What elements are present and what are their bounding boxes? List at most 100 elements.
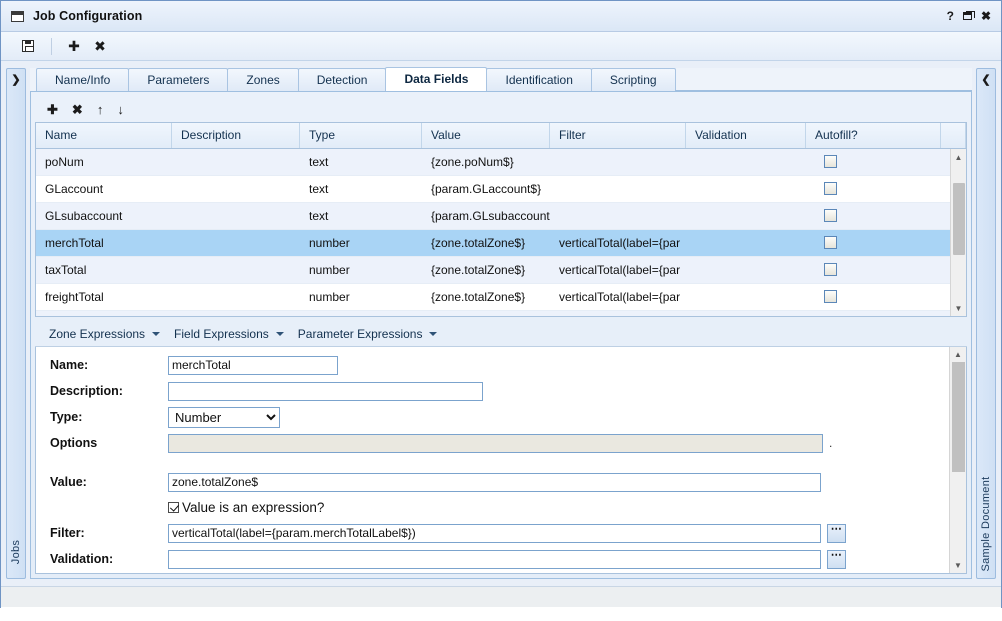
field-expressions-label: Field Expressions — [174, 327, 269, 341]
cell-name: freightTotal — [36, 284, 172, 310]
zone-expressions-menu[interactable]: Zone Expressions — [45, 324, 170, 344]
remove-field-button[interactable]: ✖ — [72, 98, 83, 120]
tab-scripting[interactable]: Scripting — [591, 68, 676, 91]
right-rail-label: Sample Document — [980, 477, 992, 572]
cell-name: discountTotal — [36, 311, 172, 317]
cell-filter: verticalTotal_combo(lab — [550, 311, 686, 317]
column-header-value[interactable]: Value — [422, 123, 550, 148]
description-input[interactable] — [168, 382, 483, 401]
autofill-checkbox[interactable] — [824, 290, 837, 303]
table-row[interactable]: GLsubaccount text {param.GLsubaccount$ — [36, 203, 950, 230]
help-icon[interactable]: ? — [947, 10, 954, 22]
tab-identification[interactable]: Identification — [486, 68, 591, 91]
cell-description — [172, 230, 300, 256]
tab-parameters[interactable]: Parameters — [128, 68, 228, 91]
cell-description — [172, 311, 300, 317]
main-toolbar: ✚ ✖ — [1, 32, 1001, 61]
table-row[interactable]: taxTotal number {zone.totalZone$} vertic… — [36, 257, 950, 284]
cell-spacer — [941, 311, 950, 317]
autofill-checkbox[interactable] — [824, 182, 837, 195]
autofill-checkbox[interactable] — [824, 209, 837, 222]
grid-scroll-track[interactable] — [951, 165, 966, 300]
type-select[interactable]: Number — [168, 407, 280, 428]
cell-spacer — [941, 176, 950, 202]
tab-name-info[interactable]: Name/Info — [36, 68, 129, 91]
save-button[interactable] — [15, 35, 41, 57]
add-button[interactable]: ✚ — [61, 35, 87, 57]
delete-button[interactable]: ✖ — [87, 35, 113, 57]
field-expressions-menu[interactable]: Field Expressions — [170, 324, 294, 344]
table-row[interactable]: discountTotal number {zone.totalZone$} v… — [36, 311, 950, 317]
table-row-selected[interactable]: merchTotal number {zone.totalZone$} vert… — [36, 230, 950, 257]
window-controls: ? ✖ — [947, 10, 993, 22]
column-header-description[interactable]: Description — [172, 123, 300, 148]
name-input[interactable] — [168, 356, 338, 375]
cell-filter: verticalTotal(label={par — [550, 257, 686, 283]
value-is-expression-label: Value is an expression? — [182, 500, 324, 515]
filter-ellipsis-button[interactable]: ⋯ — [827, 524, 846, 543]
value-is-expression-checkbox[interactable] — [168, 502, 179, 513]
filter-input[interactable] — [168, 524, 821, 543]
cell-type: text — [300, 176, 422, 202]
cell-spacer — [941, 257, 950, 283]
close-icon[interactable]: ✖ — [981, 10, 991, 22]
window-body: ❯ Jobs Name/Info Parameters Zones Detect… — [1, 61, 1001, 586]
left-rail-label: Jobs — [10, 540, 22, 564]
cell-value: {zone.totalZone$} — [422, 311, 550, 317]
validation-ellipsis-button[interactable]: ⋯ — [827, 550, 846, 569]
cell-type: number — [300, 311, 422, 317]
autofill-checkbox[interactable] — [824, 155, 837, 168]
grid-rows: poNum text {zone.poNum$} GLaccount — [36, 149, 950, 316]
table-row[interactable]: GLaccount text {param.GLaccount$} — [36, 176, 950, 203]
window-titlebar: Job Configuration ? ✖ — [1, 1, 1001, 32]
detail-vertical-scrollbar[interactable]: ▲ ▼ — [949, 347, 966, 573]
table-row[interactable]: poNum text {zone.poNum$} — [36, 149, 950, 176]
column-header-autofill[interactable]: Autofill? — [806, 123, 941, 148]
detail-scroll-up-icon[interactable]: ▲ — [950, 347, 967, 362]
job-configuration-window: Job Configuration ? ✖ ✚ ✖ ❯ Jobs Name/In… — [0, 0, 1002, 608]
tab-detection[interactable]: Detection — [298, 68, 387, 91]
column-header-type[interactable]: Type — [300, 123, 422, 148]
expand-right-icon[interactable]: ❯ — [11, 75, 20, 86]
form-row-type: Type: Number — [50, 407, 949, 427]
grid-vertical-scrollbar[interactable]: ▲ ▼ — [950, 149, 966, 316]
cell-validation — [686, 284, 806, 310]
scroll-down-icon[interactable]: ▼ — [951, 300, 967, 316]
move-down-button[interactable]: ↓ — [117, 98, 124, 120]
cell-value: {param.GLaccount$} — [422, 176, 550, 202]
detail-scroll-thumb[interactable] — [952, 362, 965, 472]
cell-spacer — [941, 284, 950, 310]
column-header-validation[interactable]: Validation — [686, 123, 806, 148]
zone-expressions-label: Zone Expressions — [49, 327, 145, 341]
form-row-name: Name: — [50, 355, 949, 375]
expand-left-icon[interactable]: ❮ — [981, 75, 990, 86]
restore-icon[interactable] — [963, 12, 972, 20]
grid-scroll-thumb[interactable] — [953, 183, 965, 255]
cell-description — [172, 284, 300, 310]
value-input[interactable] — [168, 473, 821, 492]
validation-input[interactable] — [168, 550, 821, 569]
cell-validation — [686, 311, 806, 317]
table-row[interactable]: freightTotal number {zone.totalZone$} ve… — [36, 284, 950, 311]
autofill-checkbox[interactable] — [824, 236, 837, 249]
detail-scroll-down-icon[interactable]: ▼ — [950, 558, 967, 573]
parameter-expressions-menu[interactable]: Parameter Expressions — [294, 324, 448, 344]
value-is-expression-row[interactable]: Value is an expression? — [168, 498, 949, 516]
autofill-checkbox[interactable] — [824, 263, 837, 276]
move-up-button[interactable]: ↑ — [97, 98, 104, 120]
left-rail-jobs[interactable]: ❯ Jobs — [6, 68, 26, 579]
ellipsis-icon: ⋯ — [831, 550, 843, 561]
tab-zones[interactable]: Zones — [227, 68, 298, 91]
scroll-up-icon[interactable]: ▲ — [951, 149, 967, 165]
options-input — [168, 434, 823, 453]
cell-type: text — [300, 203, 422, 229]
add-field-button[interactable]: ✚ — [47, 98, 58, 120]
right-rail-sample-document[interactable]: ❮ Sample Document — [976, 68, 996, 579]
tab-data-fields[interactable]: Data Fields — [385, 67, 487, 91]
cell-filter: verticalTotal(label={par — [550, 284, 686, 310]
field-detail-form: Name: Description: Type: Number — [36, 347, 949, 573]
detail-scroll-track[interactable] — [950, 362, 966, 558]
column-header-name[interactable]: Name — [36, 123, 172, 148]
column-header-filter[interactable]: Filter — [550, 123, 686, 148]
cell-name: GLsubaccount — [36, 203, 172, 229]
